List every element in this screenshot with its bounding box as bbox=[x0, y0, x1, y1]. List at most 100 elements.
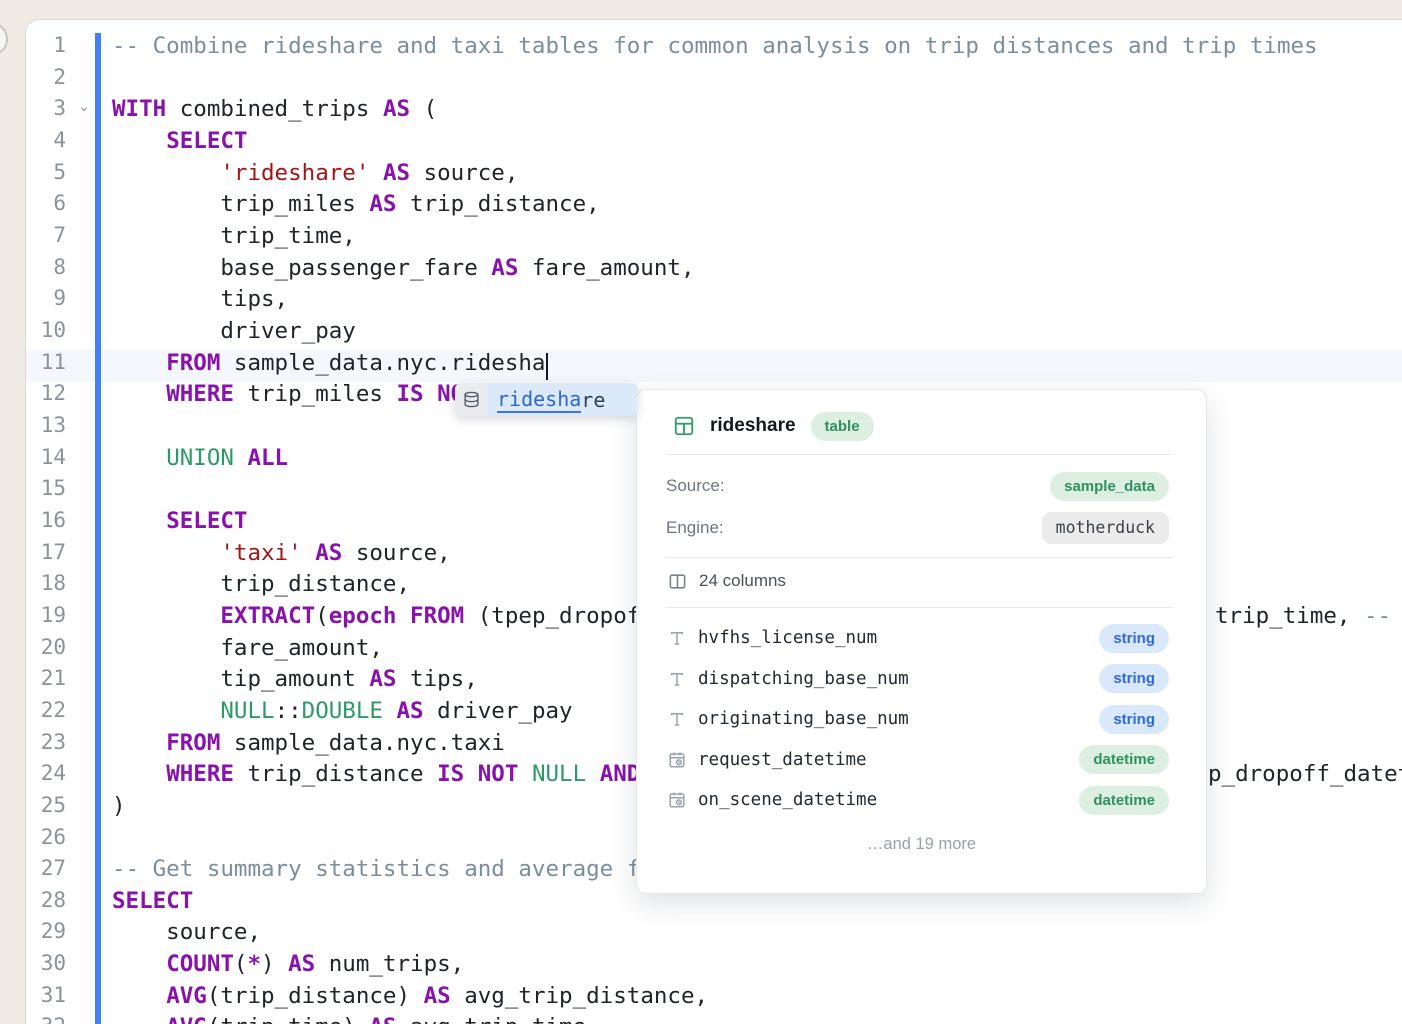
column-row: dispatching_base_num string bbox=[668, 663, 1169, 695]
code-line[interactable]: fare_amount, bbox=[112, 635, 383, 661]
line-number[interactable]: 6 bbox=[20, 191, 66, 215]
line-number[interactable]: 14 bbox=[20, 445, 66, 469]
code-line[interactable]: SELECT bbox=[112, 508, 247, 534]
column-name: originating_base_num bbox=[698, 709, 909, 729]
columns-count-row: 24 columns bbox=[668, 571, 786, 591]
line-number[interactable]: 7 bbox=[20, 223, 66, 247]
line-number[interactable]: 19 bbox=[20, 603, 66, 627]
table-info-popup: rideshare table Source: sample_data Engi… bbox=[636, 389, 1207, 894]
column-row: originating_base_num string bbox=[668, 703, 1169, 735]
code-line-fragment[interactable]: trip_time, -- bbox=[1215, 603, 1391, 629]
line-number[interactable]: 26 bbox=[20, 825, 66, 849]
line-number[interactable]: 15 bbox=[20, 476, 66, 500]
code-line[interactable]: base_passenger_fare AS fare_amount, bbox=[112, 255, 695, 281]
code-line[interactable]: ) bbox=[112, 793, 126, 819]
line-number[interactable]: 27 bbox=[20, 856, 66, 880]
line-number[interactable]: 17 bbox=[20, 540, 66, 564]
divider bbox=[666, 557, 1173, 558]
line-number[interactable]: 28 bbox=[20, 888, 66, 912]
changed-lines-indicator-bar bbox=[95, 33, 101, 1024]
column-type-badge: datetime bbox=[1079, 786, 1169, 815]
text-type-icon bbox=[668, 629, 686, 647]
text-type-icon bbox=[668, 670, 686, 688]
code-line[interactable]: 'rideshare' AS source, bbox=[112, 160, 518, 186]
code-line[interactable]: UNION ALL bbox=[112, 445, 288, 471]
column-type-badge: string bbox=[1099, 664, 1169, 693]
line-number[interactable]: 5 bbox=[20, 160, 66, 184]
code-line[interactable]: WITH combined_trips AS ( bbox=[112, 96, 437, 122]
database-icon bbox=[455, 383, 487, 416]
line-number[interactable]: 3 bbox=[20, 96, 66, 120]
column-row: on_scene_datetime datetime bbox=[668, 784, 1169, 816]
code-line[interactable]: -- Combine rideshare and taxi tables for… bbox=[112, 33, 1318, 59]
line-number[interactable]: 13 bbox=[20, 413, 66, 437]
line-number[interactable]: 4 bbox=[20, 128, 66, 152]
code-line[interactable]: driver_pay bbox=[112, 318, 356, 344]
line-number[interactable]: 11 bbox=[20, 350, 66, 374]
code-line[interactable]: AVG(trip_distance) AS avg_trip_distance, bbox=[112, 983, 708, 1009]
line-number[interactable]: 29 bbox=[20, 919, 66, 943]
code-line[interactable]: FROM sample_data.nyc.taxi bbox=[112, 730, 505, 756]
code-line[interactable]: AVG(trip_time) AS avg_trip_time, bbox=[112, 1014, 600, 1024]
line-number[interactable]: 24 bbox=[20, 761, 66, 785]
fold-chevron-icon[interactable]: ⌄ bbox=[76, 97, 92, 115]
line-number[interactable]: 2 bbox=[20, 65, 66, 89]
autocomplete-dropdown[interactable]: rideshare bbox=[455, 383, 637, 416]
source-row: Source: sample_data bbox=[666, 470, 1169, 502]
code-line[interactable]: NULL::DOUBLE AS driver_pay bbox=[112, 698, 573, 724]
line-number[interactable]: 10 bbox=[20, 318, 66, 342]
line-number[interactable]: 16 bbox=[20, 508, 66, 532]
popup-table-name: rideshare bbox=[710, 415, 796, 437]
divider bbox=[666, 454, 1173, 455]
line-number[interactable]: 9 bbox=[20, 286, 66, 310]
autocomplete-rest-text: re bbox=[581, 388, 605, 412]
line-number[interactable]: 22 bbox=[20, 698, 66, 722]
code-line[interactable]: trip_time, bbox=[112, 223, 356, 249]
line-number[interactable]: 32 bbox=[20, 1014, 66, 1024]
line-number[interactable]: 30 bbox=[20, 951, 66, 975]
line-number[interactable]: 1 bbox=[20, 33, 66, 57]
engine-value-badge: motherduck bbox=[1042, 512, 1169, 543]
column-name: on_scene_datetime bbox=[698, 790, 877, 810]
autocomplete-item-rideshare[interactable]: rideshare bbox=[487, 383, 637, 416]
code-line[interactable]: SELECT bbox=[112, 128, 247, 154]
column-name: hvfhs_license_num bbox=[698, 628, 877, 648]
code-line[interactable]: trip_miles AS trip_distance, bbox=[112, 191, 600, 217]
table-type-badge: table bbox=[811, 412, 874, 441]
edge-floating-button[interactable] bbox=[0, 22, 8, 56]
code-line[interactable]: SELECT bbox=[112, 888, 193, 914]
code-line[interactable]: tips, bbox=[112, 286, 288, 312]
more-columns-label: …and 19 more bbox=[637, 835, 1206, 854]
column-type-badge: datetime bbox=[1079, 745, 1169, 774]
columns-icon bbox=[668, 572, 687, 591]
line-number[interactable]: 21 bbox=[20, 666, 66, 690]
code-line[interactable]: 'taxi' AS source, bbox=[112, 540, 451, 566]
column-row: hvfhs_license_num string bbox=[668, 622, 1169, 654]
code-line[interactable]: source, bbox=[112, 919, 261, 945]
column-name: request_datetime bbox=[698, 750, 867, 770]
line-number[interactable]: 12 bbox=[20, 381, 66, 405]
column-type-badge: string bbox=[1099, 624, 1169, 653]
code-line[interactable]: FROM sample_data.nyc.ridesha bbox=[112, 350, 545, 376]
column-row: request_datetime datetime bbox=[668, 744, 1169, 776]
line-number[interactable]: 31 bbox=[20, 983, 66, 1007]
code-line[interactable]: COUNT(*) AS num_trips, bbox=[112, 951, 464, 977]
line-number[interactable]: 23 bbox=[20, 730, 66, 754]
line-number[interactable]: 25 bbox=[20, 793, 66, 817]
code-line[interactable]: trip_distance, bbox=[112, 571, 410, 597]
column-name: dispatching_base_num bbox=[698, 669, 909, 689]
line-number[interactable]: 20 bbox=[20, 635, 66, 659]
source-label: Source: bbox=[666, 476, 725, 496]
divider bbox=[666, 607, 1173, 608]
line-number[interactable]: 8 bbox=[20, 255, 66, 279]
text-type-icon bbox=[668, 710, 686, 728]
calendar-clock-icon bbox=[668, 791, 686, 809]
autocomplete-match-text: ridesha bbox=[497, 387, 581, 413]
engine-row: Engine: motherduck bbox=[666, 512, 1169, 544]
code-line-fragment[interactable]: p_dropoff_datet bbox=[1208, 761, 1402, 787]
line-number[interactable]: 18 bbox=[20, 571, 66, 595]
popup-header: rideshare table bbox=[673, 406, 874, 446]
table-icon bbox=[673, 415, 695, 437]
code-line[interactable]: tip_amount AS tips, bbox=[112, 666, 478, 692]
column-type-badge: string bbox=[1099, 705, 1169, 734]
